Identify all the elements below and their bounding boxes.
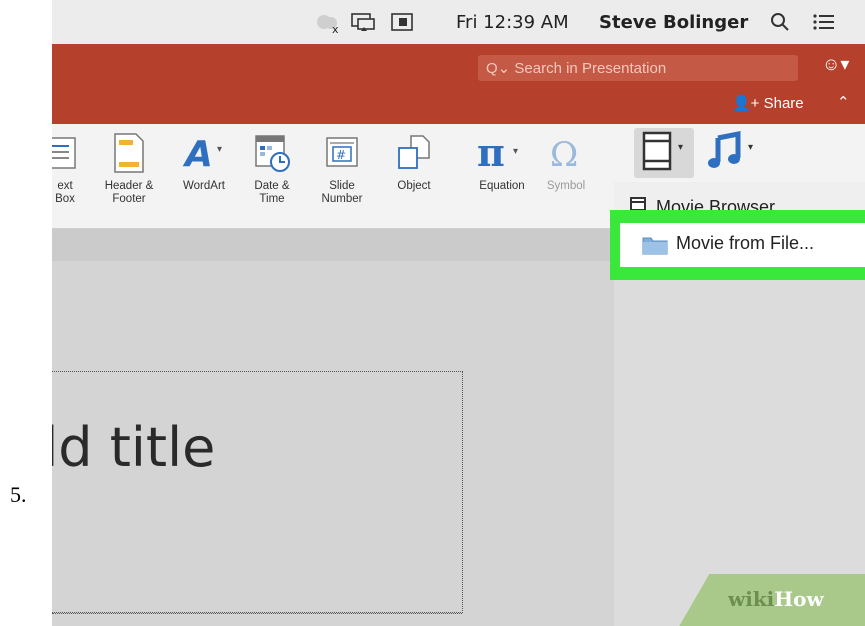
wordart-label: WordArt <box>183 180 225 192</box>
object-label: Object <box>397 180 431 192</box>
step-number: 5. <box>10 482 27 507</box>
app-titlebar: Q⌄ Search in Presentation ☺▾ 👤+ Share ⌃ <box>52 44 865 124</box>
screenshot: x Fri 12:39 AM Steve Bolinger Q⌄ Search … <box>52 0 865 626</box>
airplay-icon[interactable] <box>350 12 376 37</box>
svg-text:Ω: Ω <box>550 135 578 174</box>
calendar-clock-icon <box>255 135 290 172</box>
svg-text:x: x <box>332 23 339 34</box>
search-placeholder: Q⌄ Search in Presentation <box>486 60 667 77</box>
menubar-user[interactable]: Steve Bolinger <box>599 12 748 33</box>
feedback-smiley-icon[interactable]: ☺▾ <box>822 54 849 75</box>
slide-number-button[interactable]: # Slide Number <box>315 132 369 206</box>
subtitle-placeholder[interactable] <box>52 613 462 626</box>
folder-icon <box>642 237 668 255</box>
date-time-label: Date & Time <box>254 180 290 205</box>
text-box-icon <box>52 137 76 169</box>
header-footer-label: Header & Footer <box>104 180 154 205</box>
film-strip-icon: ▾ <box>642 131 683 171</box>
svg-text:A: A <box>182 134 213 174</box>
object-button[interactable]: Object <box>388 132 440 193</box>
wikihow-watermark: wikiHow <box>728 587 824 611</box>
collapse-ribbon-icon[interactable]: ⌃ <box>837 93 850 111</box>
slide-number-label: Slide Number <box>321 180 363 205</box>
object-icon <box>398 135 430 169</box>
svg-text:▾: ▾ <box>678 142 683 153</box>
video-button[interactable]: ▾ <box>634 128 694 178</box>
svg-text:▾: ▾ <box>748 142 753 153</box>
menubar-clock[interactable]: Fri 12:39 AM <box>456 12 569 33</box>
title-placeholder[interactable] <box>52 371 463 613</box>
date-time-button[interactable]: Date & Time <box>248 132 296 206</box>
share-label: Share <box>763 95 804 112</box>
add-person-icon: 👤+ <box>732 95 760 112</box>
header-footer-button[interactable]: Header & Footer <box>96 132 162 206</box>
search-input[interactable]: Q⌄ Search in Presentation <box>478 55 798 81</box>
music-note-icon: ▾ <box>708 130 753 168</box>
mac-menubar: x Fri 12:39 AM Steve Bolinger <box>52 0 865 44</box>
svg-text:▾: ▾ <box>217 144 222 155</box>
equation-button[interactable]: π ▾ Equation <box>470 132 534 193</box>
audio-button[interactable]: ▾ <box>702 128 762 178</box>
svg-text:▾: ▾ <box>513 146 518 157</box>
cloud-status-icon[interactable]: x <box>314 12 342 39</box>
svg-text:π: π <box>477 132 505 174</box>
text-box-label: ext Box <box>55 180 75 205</box>
omega-icon: Ω <box>550 135 578 174</box>
slide-number-icon: # <box>326 137 358 167</box>
movie-from-file-item[interactable]: Movie from File... <box>620 223 865 267</box>
symbol-label: Symbol <box>546 180 586 192</box>
equation-label: Equation <box>479 180 525 192</box>
wordart-button[interactable]: A ▾ WordArt <box>176 132 232 193</box>
symbol-button[interactable]: Ω Symbol <box>538 132 594 193</box>
watermark-wiki: wiki <box>728 587 775 611</box>
title-placeholder-text: dd title <box>52 416 216 479</box>
slide-canvas: dd title <box>52 261 612 626</box>
spotlight-search-icon[interactable] <box>770 12 790 37</box>
notification-list-icon[interactable] <box>812 12 836 37</box>
movie-from-file-label: Movie from File... <box>676 233 815 253</box>
wordart-icon: A ▾ <box>182 134 222 174</box>
text-box-button[interactable]: ext Box <box>52 132 84 206</box>
share-button[interactable]: 👤+ Share <box>732 94 804 112</box>
header-footer-icon <box>114 133 144 173</box>
watermark-how: How <box>774 587 824 611</box>
pi-icon: π ▾ <box>477 132 518 174</box>
svg-text:#: # <box>336 148 346 162</box>
keyboard-icon[interactable] <box>391 12 413 37</box>
